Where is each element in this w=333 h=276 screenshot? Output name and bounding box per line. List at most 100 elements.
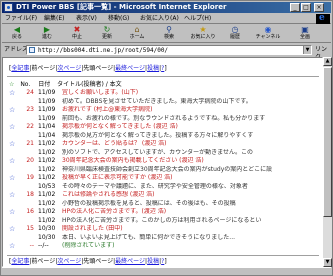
post-excerpt: 掲示板の見方が何となく解ってきました。投稿する方々に解りやすくす xyxy=(62,131,254,139)
address-label: アドレス xyxy=(4,46,29,53)
post-date: 11/09 xyxy=(38,114,56,122)
nav-bottom-all[interactable]: 全記事 xyxy=(11,258,29,265)
post-excerpt: 前回も、お疲れの様です。別なラウンドされるようですね。私も分かります xyxy=(62,114,266,122)
browser-window: DTI Power BBS [記事一覧] - Microsoft Interne… xyxy=(0,0,333,276)
window-title: DTI Power BBS [記事一覧] - Microsoft Interne… xyxy=(16,3,227,11)
post-date: 10/30 xyxy=(38,233,56,241)
post-row[interactable]: ☆ 19 11/02 投稿が早く正に表示可能ですか (渡辺 浩) xyxy=(3,174,322,183)
post-excerpt-row: 11/02 神奈川県臨床検査技師会創立30周年記念大会の案内がstudyの案内とど… xyxy=(3,165,322,175)
post-title-link[interactable]: 掲示板が何となく解ってきました (渡辺 浩) xyxy=(62,123,178,131)
post-date: 11/02 xyxy=(38,140,56,147)
post-excerpt: その時々のテーマや議題に、また、研究学や安全管理の様な、対象者 xyxy=(62,182,248,190)
menu-file[interactable]: ファイル(F) xyxy=(5,15,37,23)
header-title: タイトル(投稿者) / 本文 xyxy=(57,81,122,88)
post-number: 19 xyxy=(26,174,34,181)
post-excerpt-row: 11/02 小野哲の投稿掲示板を見ると、投稿には、その後はも、その投稿 xyxy=(3,199,322,209)
post-excerpt-row: 11/02 HPの法人化ご苦労さまです。このかしの方は利用されるページになるとい xyxy=(3,216,322,226)
post-date: 11/09 xyxy=(38,97,56,105)
post-list: ☆ 24 11/09 宜しくお願いします。(山下) 11/09 初めて。DBBSを見させて… xyxy=(3,89,322,251)
vertical-scrollbar[interactable]: ▲ ▼ xyxy=(323,57,332,267)
star-icon: ☆ xyxy=(9,225,16,233)
post-date: 11/04 xyxy=(38,123,56,130)
nav-top-last[interactable]: 最終ページ xyxy=(115,65,145,72)
menu-help[interactable]: ヘルプ(H) xyxy=(184,15,211,23)
post-title-link[interactable]: 開設されました (田中) xyxy=(62,225,123,233)
address-bar: アドレス http://bbs004.dti.ne.jp/root/594/00… xyxy=(2,44,331,61)
post-date: 11/04 xyxy=(38,131,56,139)
post-row[interactable]: ☆ 22 11/04 掲示板が何となく解ってきました (渡辺 浩) xyxy=(3,123,322,132)
nav-bottom-next[interactable]: 次ページ xyxy=(57,258,81,265)
post-date: 11/02 xyxy=(38,199,56,207)
channels-button[interactable]: ◉ チャンネル xyxy=(254,26,282,42)
post-title-link[interactable]: 投稿が早く正に表示可能ですか (渡辺 浩) xyxy=(62,174,173,182)
post-row[interactable]: ☆ 16 11/02 HPの法人化ご苦労さまです。(渡辺 浩) xyxy=(3,208,322,217)
refresh-icon: ↻ xyxy=(103,25,111,34)
post-row[interactable]: ☆ 21 11/02 カウンターは、どう貼るは？ (渡辺 浩) xyxy=(3,140,322,149)
ie-logo-icon xyxy=(316,14,330,24)
nav-top-all[interactable]: 全記事 xyxy=(11,65,29,72)
menu-edit[interactable]: 編集(E) xyxy=(44,15,64,23)
search-button[interactable]: ⚲ 検索 xyxy=(158,26,180,42)
post-row[interactable]: ☆ 18 11/02 これは修論やされる感想 (渡辺 浩) xyxy=(3,191,322,200)
scroll-up-arrow-icon[interactable]: ▲ xyxy=(323,57,332,66)
menu-view[interactable]: 表示(V) xyxy=(76,15,97,23)
post-number: 21 xyxy=(26,140,34,147)
star-icon: ☆ xyxy=(9,106,16,114)
nav-bottom: [全記事|前ページ|次ページ|先頭ページ|最終ページ|投稿|?] xyxy=(9,258,167,265)
nav-top-post[interactable]: 投稿 xyxy=(147,65,159,72)
post-number: 20 xyxy=(26,157,34,164)
header-star-icon: ☆ xyxy=(9,81,15,88)
post-number: 16 xyxy=(26,208,34,215)
post-date: 11/02 xyxy=(38,174,56,181)
address-input[interactable]: http://bbs004.dti.ne.jp/root/594/00/ ▼ xyxy=(26,45,312,55)
menu-go[interactable]: 移動(G) xyxy=(108,15,129,23)
post-row[interactable]: ☆ 24 11/09 宜しくお願いします。(山下) xyxy=(3,89,322,98)
post-row[interactable]: ☆ 23 11/09 お疲れです (村上@東海大学病院) xyxy=(3,106,322,115)
post-title-link[interactable]: 30周年記念大会の案内も掲載してください (渡辺 浩) xyxy=(62,157,204,165)
post-excerpt: HPの法人化ご苦労さまです。このかしの方は利用されるページになるとい xyxy=(62,216,262,224)
post-number: 18 xyxy=(26,191,34,198)
post-excerpt-row: 10/30 本日、いよいよ見上げても、簡単に何かできそうになりました... xyxy=(3,233,322,243)
scroll-down-arrow-icon[interactable]: ▼ xyxy=(323,258,332,267)
menu-favorites[interactable]: お気に入り(A) xyxy=(140,15,179,23)
minimize-button[interactable]: _ xyxy=(290,3,300,12)
status-bar xyxy=(2,267,331,275)
address-dropdown-button[interactable]: ▼ xyxy=(303,46,311,54)
post-row[interactable]: ☆ 20 11/02 30周年記念大会の案内も掲載してください (渡辺 浩) xyxy=(3,157,322,166)
post-title-link[interactable]: 宜しくお願いします。(山下) xyxy=(62,89,138,97)
home-button[interactable]: ⌂ ホーム xyxy=(126,26,148,42)
post-date: 11/02 xyxy=(38,191,56,198)
nav-top-next[interactable]: 次ページ xyxy=(57,65,81,72)
nav-bottom-post[interactable]: 投稿 xyxy=(147,258,159,265)
post-number: 15 xyxy=(26,225,34,232)
back-button[interactable]: ◀ 戻る xyxy=(6,26,28,42)
scroll-thumb[interactable] xyxy=(323,67,332,217)
fullscreen-icon: ▣ xyxy=(301,25,309,34)
post-date: 11/09 xyxy=(38,106,56,113)
divider-top xyxy=(7,76,319,77)
post-title-link[interactable]: カウンターは、どう貼るは？ (渡辺 浩) xyxy=(62,140,167,148)
post-date: --/-- xyxy=(38,242,49,249)
divider-bottom xyxy=(7,255,319,256)
post-number: 22 xyxy=(26,123,34,130)
close-button[interactable]: × xyxy=(314,3,324,12)
post-excerpt: 神奈川県臨床検査技師会創立30周年記念大会の案内がstudyの案内とどこに設 xyxy=(62,165,273,173)
stop-button[interactable]: ✖ 中止 xyxy=(66,26,88,42)
maximize-button[interactable]: □ xyxy=(301,3,311,12)
post-row[interactable]: ☆ -- --/-- (削除されています) xyxy=(3,242,322,251)
history-button[interactable]: ◷ 履歴 xyxy=(224,26,246,42)
post-row[interactable]: ☆ 15 10/30 開設されました (田中) xyxy=(3,225,322,234)
post-title-link[interactable]: お疲れです (村上@東海大学病院) xyxy=(62,106,152,114)
post-title-link[interactable]: (削除されています) xyxy=(62,242,115,250)
post-excerpt-row: 11/09 前回も、お疲れの様です。別なラウンドされるようですね。私も分かります xyxy=(3,114,322,124)
header-date: 日付 xyxy=(38,81,51,88)
star-icon: ☆ xyxy=(9,174,16,182)
fullscreen-button[interactable]: ▣ 全画 xyxy=(294,26,316,42)
post-title-link[interactable]: これは修論やされる感想 (渡辺 浩) xyxy=(62,191,155,199)
post-date: 11/02 xyxy=(38,208,56,215)
nav-bottom-last[interactable]: 最終ページ xyxy=(115,258,145,265)
refresh-button[interactable]: ↻ 更新 xyxy=(96,26,118,42)
favorites-button[interactable]: ★ お気に入り xyxy=(188,26,218,42)
forward-button[interactable]: ▶ 進む xyxy=(36,26,58,42)
post-title-link[interactable]: HPの法人化ご苦労さまです。(渡辺 浩) xyxy=(62,208,166,216)
